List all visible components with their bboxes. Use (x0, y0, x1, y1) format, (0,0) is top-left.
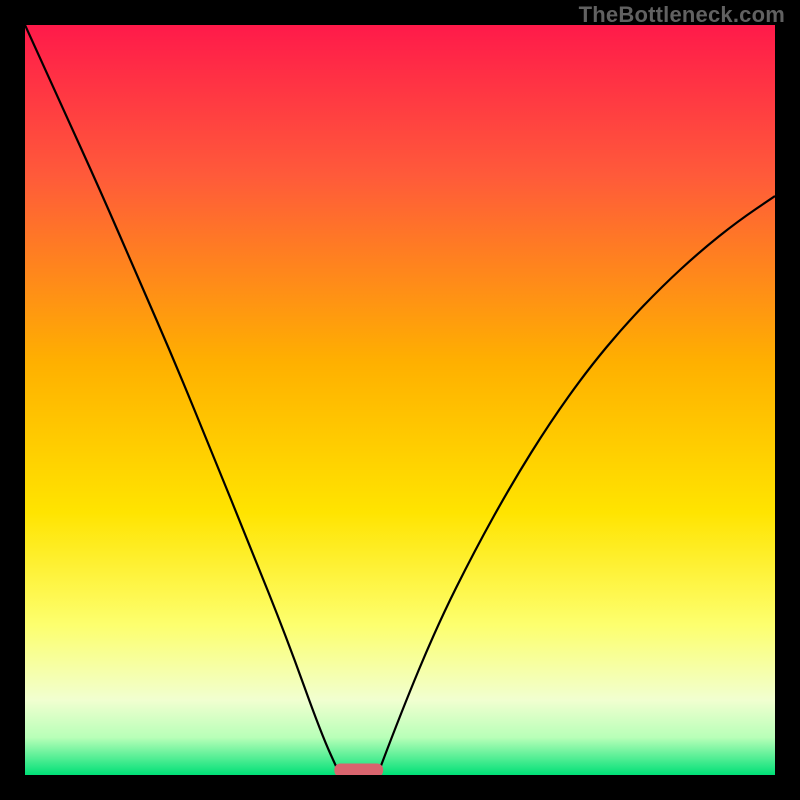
chart-frame: TheBottleneck.com (0, 0, 800, 800)
chart-canvas (25, 25, 775, 775)
watermark-text: TheBottleneck.com (579, 2, 785, 28)
bottom-marker (334, 764, 383, 776)
plot-area (25, 25, 775, 775)
gradient-background (25, 25, 775, 775)
